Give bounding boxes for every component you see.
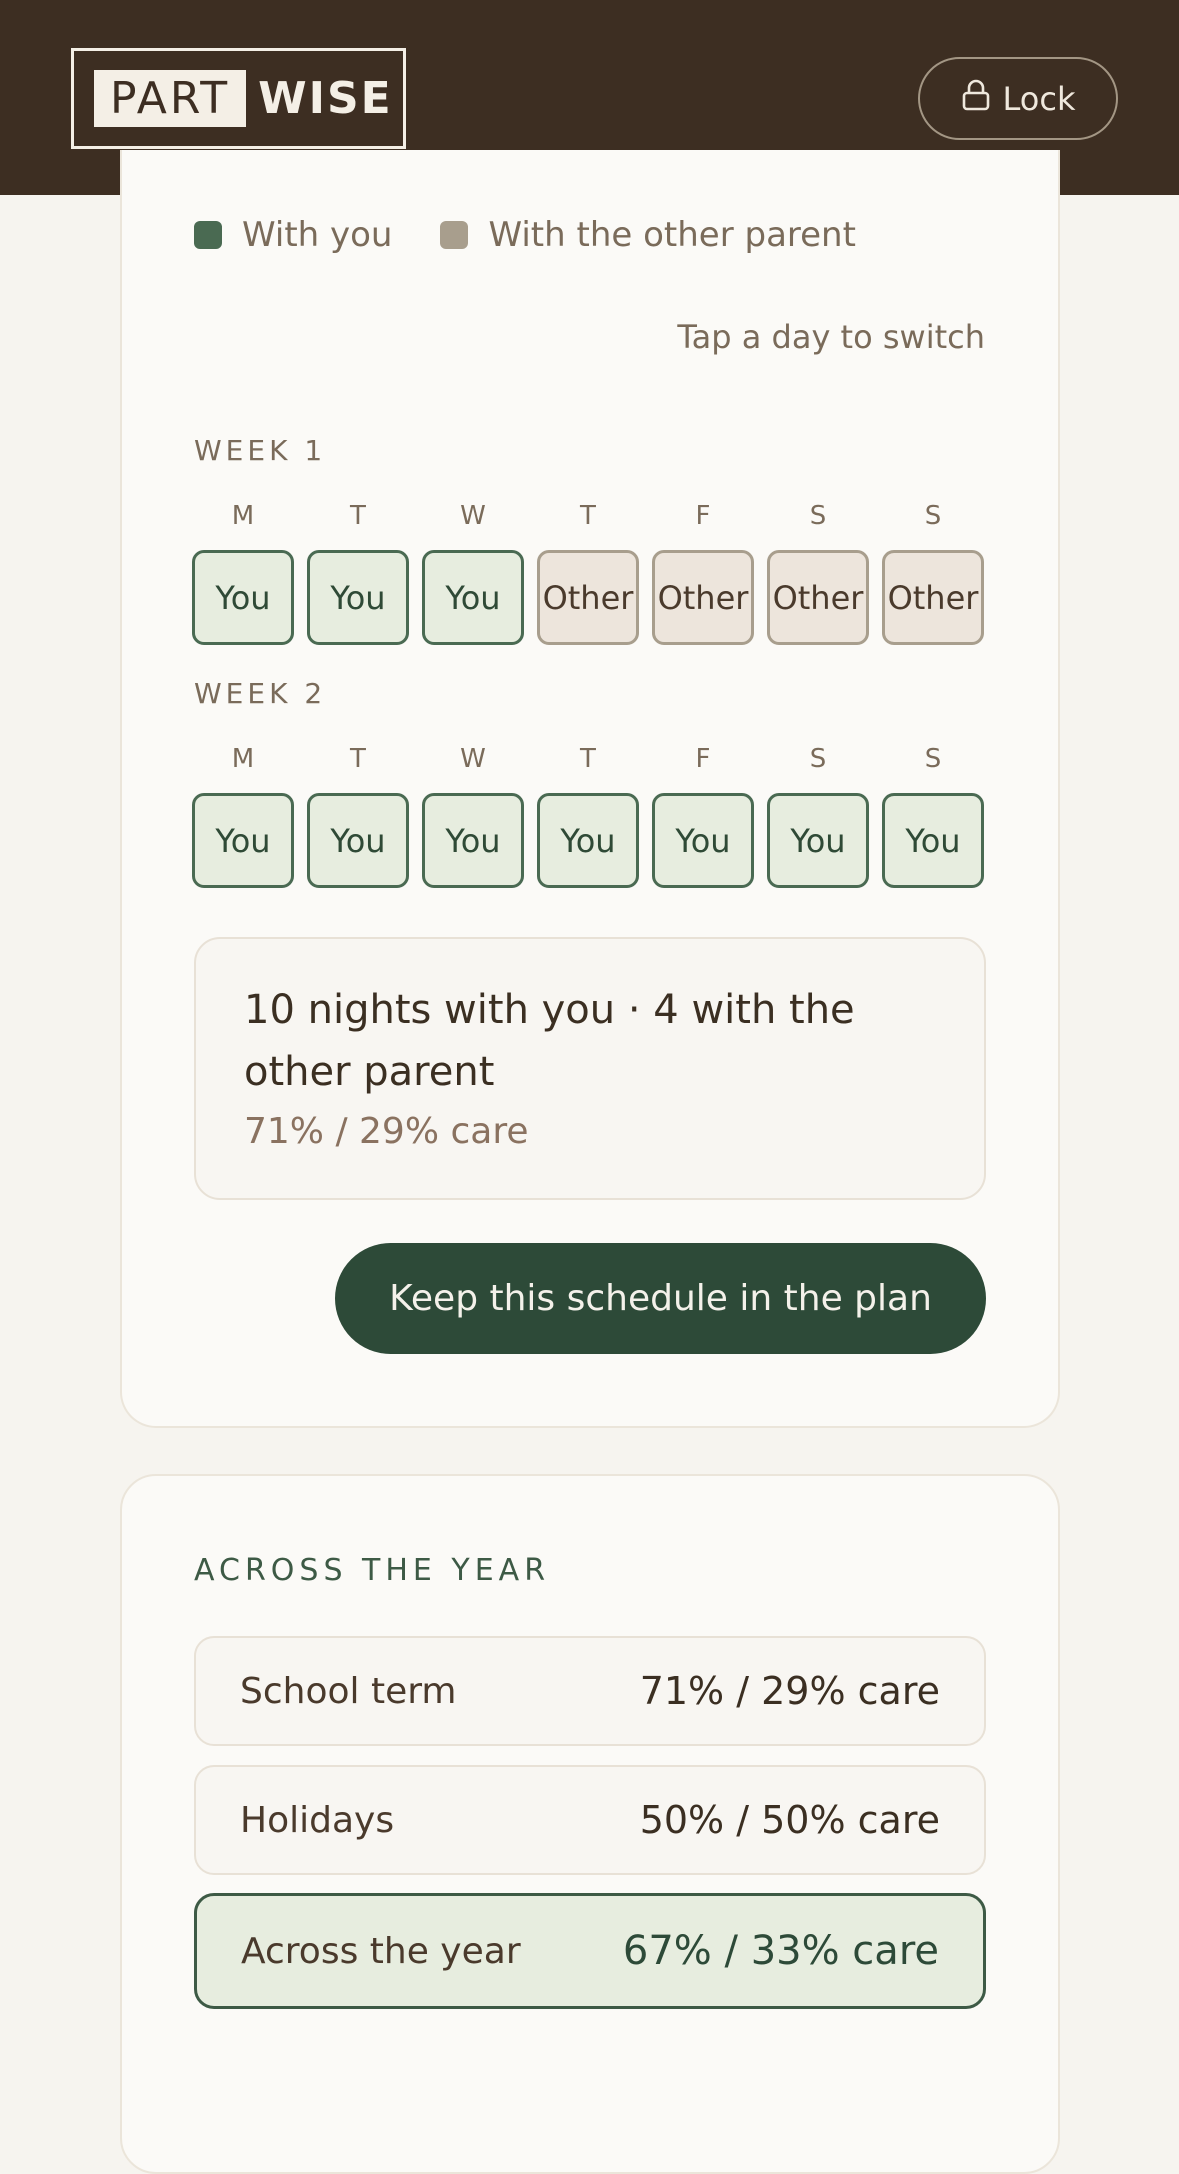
legend-item-you: With you (194, 215, 392, 255)
nights-summary: 10 nights with you · 4 with the other pa… (194, 937, 986, 1200)
week-1-day-letter: S (924, 501, 942, 531)
week-2-day-letter: T (580, 744, 596, 774)
with-you-swatch (194, 221, 222, 249)
care-split-text: 71% / 29% care (244, 1111, 529, 1152)
school-term-row: School term 71% / 29% care (194, 1636, 986, 1746)
with-other-swatch (440, 221, 469, 249)
logo-part-text: PART (94, 70, 247, 127)
row-value: 71% / 29% care (639, 1669, 940, 1713)
week-1-day-cell[interactable]: Other (537, 550, 639, 645)
week-2-day-letter: S (924, 744, 942, 774)
week-1-day-letter: M (231, 501, 255, 531)
across-year-row: Across the year 67% / 33% care (194, 1893, 986, 2009)
lock-icon (961, 79, 991, 119)
week-2-day-letter: F (695, 744, 711, 774)
legend-item-other: With the other parent (440, 215, 856, 255)
row-label: School term (240, 1670, 457, 1712)
week-1-day-cell[interactable]: Other (652, 550, 754, 645)
nights-summary-text: 10 nights with you · 4 with the other pa… (244, 987, 855, 1095)
legend: With you With the other parent (194, 215, 904, 255)
row-value: 50% / 50% care (639, 1798, 940, 1842)
week-1-day-cell[interactable]: You (307, 550, 409, 645)
lock-button[interactable]: Lock (918, 57, 1118, 140)
week-2-day-cell[interactable]: You (192, 793, 294, 888)
week-2-day-letter: M (231, 744, 255, 774)
switch-hint: Tap a day to switch (677, 318, 985, 356)
week-1-day-cell[interactable]: Other (767, 550, 869, 645)
row-label: Across the year (241, 1930, 521, 1972)
week-1-day-letter: T (580, 501, 596, 531)
week-2-day-cell[interactable]: You (882, 793, 984, 888)
partwise-logo[interactable]: PART WISE (71, 48, 406, 149)
lock-label: Lock (1002, 79, 1076, 118)
across-year-title: ACROSS THE YEAR (194, 1553, 551, 1588)
week-1-day-cell[interactable]: You (422, 550, 524, 645)
week-1-day-letter: T (350, 501, 366, 531)
week-2-day-letter: T (350, 744, 366, 774)
keep-schedule-button[interactable]: Keep this schedule in the plan (335, 1243, 986, 1354)
holidays-row: Holidays 50% / 50% care (194, 1765, 986, 1875)
week-2-day-cell[interactable]: You (537, 793, 639, 888)
week-2-day-cell[interactable]: You (767, 793, 869, 888)
week-1-day-letter: F (695, 501, 711, 531)
week-1-day-cell[interactable]: You (192, 550, 294, 645)
row-value: 67% / 33% care (622, 1928, 939, 1974)
row-label: Holidays (240, 1799, 395, 1841)
week-2-day-cell[interactable]: You (652, 793, 754, 888)
week-2-label: WEEK 2 (194, 677, 327, 710)
legend-other-label: With the other parent (488, 215, 856, 255)
week-2-day-cell[interactable]: You (422, 793, 524, 888)
week-1-day-cell[interactable]: Other (882, 550, 984, 645)
week-2-day-letter: W (460, 744, 486, 774)
week-2-day-cell[interactable]: You (307, 793, 409, 888)
legend-you-label: With you (242, 215, 393, 255)
logo-wise-text: WISE (258, 73, 393, 124)
week-1-day-letter: S (809, 501, 827, 531)
week-2-day-letter: S (809, 744, 827, 774)
week-1-label: WEEK 1 (194, 434, 327, 467)
week-1-day-letter: W (460, 501, 486, 531)
